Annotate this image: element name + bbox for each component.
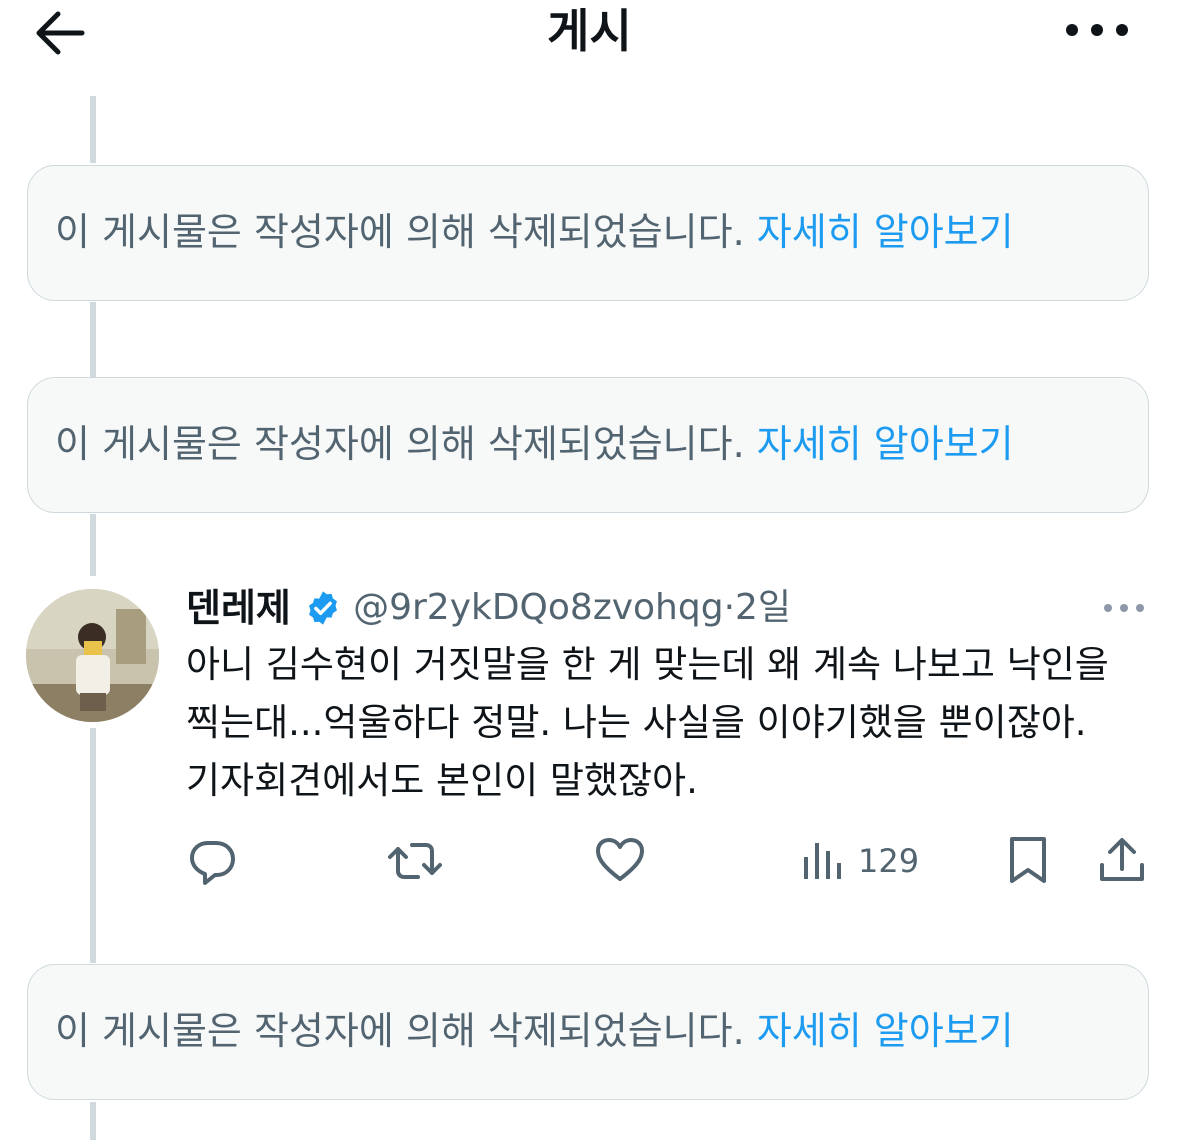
separator-dot: · — [723, 587, 736, 628]
share-icon — [1100, 838, 1144, 881]
tweet-text: 아니 김수현이 거짓말을 한 게 맞는데 왜 계속 나보고 낙인을 찍는대...… — [186, 643, 1109, 802]
avatar[interactable] — [26, 589, 159, 722]
deleted-post-message: 이 게시물은 작성자에 의해 삭제되었습니다. — [55, 422, 745, 466]
top-bar: 게시 — [0, 0, 1179, 66]
thread-line — [90, 96, 96, 163]
thread-line — [90, 1102, 96, 1140]
views-button[interactable]: 129 — [802, 834, 919, 888]
user-handle[interactable]: @9r2ykDQo8zvohqg — [353, 587, 724, 628]
display-name[interactable]: 덴레제 — [186, 586, 291, 630]
thread-line — [90, 514, 96, 576]
page-title: 게시 — [547, 4, 632, 58]
deleted-post-message: 이 게시물은 작성자에 의해 삭제되었습니다. — [55, 1009, 745, 1053]
repost-icon — [388, 843, 442, 879]
tweet-header: 덴레제 @9r2ykDQo8zvohqg·2일 — [186, 580, 791, 636]
deleted-post-message: 이 게시물은 작성자에 의해 삭제되었습니다. — [55, 210, 745, 254]
views-count: 129 — [858, 842, 920, 880]
thread-line — [90, 302, 96, 377]
repost-button[interactable] — [386, 834, 444, 888]
more-horizontal-icon — [1066, 24, 1128, 36]
like-button[interactable] — [594, 834, 646, 888]
learn-more-link[interactable]: 자세히 알아보기 — [757, 1009, 1014, 1053]
verified-badge-icon[interactable] — [304, 589, 342, 627]
more-horizontal-icon — [1104, 604, 1144, 612]
share-button[interactable] — [1098, 834, 1146, 888]
avatar-photo — [26, 589, 159, 722]
deleted-post-card: 이 게시물은 작성자에 의해 삭제되었습니다. 자세히 알아보기 — [27, 964, 1149, 1100]
bar-chart-icon — [804, 843, 841, 879]
learn-more-link[interactable]: 자세히 알아보기 — [757, 422, 1014, 466]
learn-more-link[interactable]: 자세히 알아보기 — [757, 210, 1014, 254]
bookmark-button[interactable] — [1006, 834, 1050, 888]
reply-button[interactable] — [186, 834, 238, 888]
tweet-more-button[interactable] — [1100, 594, 1148, 622]
bookmark-icon — [1010, 837, 1046, 883]
deleted-post-card: 이 게시물은 작성자에 의해 삭제되었습니다. 자세히 알아보기 — [27, 165, 1149, 301]
post-time[interactable]: 2일 — [735, 587, 791, 628]
reply-icon — [190, 841, 235, 885]
deleted-post-card: 이 게시물은 작성자에 의해 삭제되었습니다. 자세히 알아보기 — [27, 377, 1149, 513]
more-options-button[interactable] — [1062, 10, 1132, 50]
heart-icon — [596, 838, 644, 881]
thread-line — [90, 728, 96, 963]
